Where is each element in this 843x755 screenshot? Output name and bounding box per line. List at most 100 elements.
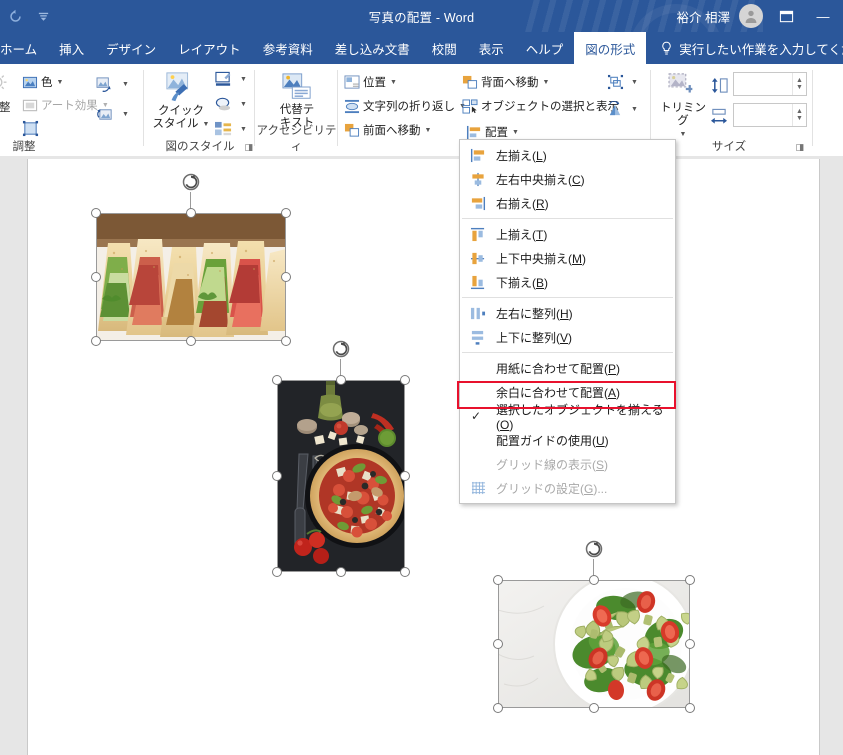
tab-references[interactable]: 参考資料 bbox=[252, 32, 324, 64]
transparency-icon bbox=[22, 120, 39, 137]
resize-handle-ne[interactable] bbox=[685, 575, 695, 585]
resize-handle-nw[interactable] bbox=[493, 575, 503, 585]
stepper-up-icon[interactable]: ▲ bbox=[796, 108, 803, 115]
resize-handle-w[interactable] bbox=[493, 639, 503, 649]
picture-sandwiches[interactable] bbox=[96, 213, 286, 341]
alt-text-button[interactable]: 代替テ キスト bbox=[268, 72, 326, 130]
picture-effects-button[interactable]: ▼ bbox=[214, 96, 247, 113]
minimize-button[interactable]: — bbox=[809, 3, 837, 29]
tab-mailings[interactable]: 差し込み文書 bbox=[324, 32, 421, 64]
menu-item-align-right[interactable]: 右揃え(R) bbox=[460, 191, 675, 215]
position-button[interactable]: 位置 ▼ bbox=[344, 74, 397, 90]
menu-item-align-left[interactable]: 左揃え(L) bbox=[460, 143, 675, 167]
title-bar: 写真の配置 - Word 裕介 相澤 — bbox=[0, 0, 843, 32]
picture-pizza[interactable] bbox=[277, 380, 405, 572]
tab-picture-format[interactable]: 図の形式 bbox=[574, 32, 647, 64]
send-backward-label: 背面へ移動 bbox=[481, 77, 539, 89]
tab-design[interactable]: デザイン bbox=[95, 32, 167, 64]
picture-pasta-salad[interactable] bbox=[498, 580, 690, 708]
stepper-up-icon[interactable]: ▲ bbox=[796, 77, 803, 84]
tab-home[interactable]: ホーム bbox=[0, 32, 48, 64]
menu-item-use-alignment-guides[interactable]: 配置ガイドの使用(U) bbox=[460, 428, 675, 452]
wrap-text-button[interactable]: 文字列の折り返し ▼ bbox=[344, 98, 466, 114]
resize-handle-se[interactable] bbox=[281, 336, 291, 346]
resize-handle-e[interactable] bbox=[281, 272, 291, 282]
stepper-down-icon[interactable]: ▼ bbox=[796, 115, 803, 122]
user-account-name[interactable]: 裕介 相澤 bbox=[677, 7, 730, 26]
picture-pizza-selection[interactable] bbox=[272, 340, 410, 577]
tab-layout[interactable]: レイアウト bbox=[167, 32, 252, 64]
resize-handle-sw[interactable] bbox=[272, 567, 282, 577]
resize-handle-s[interactable] bbox=[186, 336, 196, 346]
bring-forward-button[interactable]: 前面へ移動 ▼ bbox=[344, 122, 431, 138]
resize-handle-n[interactable] bbox=[336, 375, 346, 385]
menu-item-align-center[interactable]: 左右中央揃え(C) bbox=[460, 167, 675, 191]
stepper-down-icon[interactable]: ▼ bbox=[796, 84, 803, 91]
menu-item-distribute-vertically[interactable]: 上下に整列(V) bbox=[460, 325, 675, 349]
compress-pictures-button[interactable]: ▼ bbox=[96, 76, 129, 93]
resize-handle-s[interactable] bbox=[589, 703, 599, 713]
menu-item-distribute-horizontally[interactable]: 左右に整列(H) bbox=[460, 301, 675, 325]
resize-handle-w[interactable] bbox=[91, 272, 101, 282]
resize-handle-n[interactable] bbox=[186, 208, 196, 218]
chevron-down-icon: ▼ bbox=[542, 78, 550, 86]
tell-me-box[interactable]: 実行したい作業を入力してください bbox=[646, 32, 843, 64]
resize-handle-sw[interactable] bbox=[91, 336, 101, 346]
align-button[interactable]: 配置 ▼ bbox=[466, 124, 519, 140]
resize-handle-nw[interactable] bbox=[272, 375, 282, 385]
resize-handle-w[interactable] bbox=[272, 471, 282, 481]
menu-item-align-selected-objects[interactable]: ✓ 選択したオブジェクトを揃える(O) bbox=[460, 403, 675, 432]
word-document-page[interactable] bbox=[27, 159, 820, 755]
rotate-handle[interactable] bbox=[584, 539, 604, 559]
shape-height-field[interactable]: ▲ ▼ bbox=[733, 72, 807, 96]
size-dialog-launcher[interactable]: ◨ bbox=[795, 142, 804, 153]
crop-button[interactable]: トリミング ▼ bbox=[658, 72, 708, 141]
avatar[interactable] bbox=[739, 4, 763, 28]
menu-item-view-gridlines[interactable]: グリッド線の表示(S) bbox=[460, 452, 675, 476]
change-picture-button[interactable]: ▼ bbox=[96, 106, 129, 123]
transparency-button[interactable] bbox=[22, 120, 42, 137]
resize-handle-e[interactable] bbox=[685, 639, 695, 649]
align-dropdown-menu[interactable]: 左揃え(L) 左右中央揃え(C) 右揃え(R) 上揃え(T) 上下中央揃え(M)… bbox=[459, 139, 676, 504]
tab-insert[interactable]: 挿入 bbox=[48, 32, 95, 64]
picture-sandwiches-selection[interactable] bbox=[91, 173, 291, 346]
menu-item-label: 用紙に合わせて配置(P) bbox=[496, 361, 621, 376]
shape-width-field[interactable]: ▲ ▼ bbox=[733, 103, 807, 127]
ribbon-display-options-icon[interactable] bbox=[772, 3, 800, 29]
menu-item-align-middle[interactable]: 上下中央揃え(M) bbox=[460, 246, 675, 270]
menu-item-align-bottom[interactable]: 下揃え(B) bbox=[460, 270, 675, 294]
resize-handle-se[interactable] bbox=[685, 703, 695, 713]
menu-item-align-top[interactable]: 上揃え(T) bbox=[460, 222, 675, 246]
send-backward-button[interactable]: 背面へ移動 ▼ bbox=[462, 74, 549, 90]
resize-handle-ne[interactable] bbox=[281, 208, 291, 218]
document-canvas[interactable] bbox=[0, 156, 843, 755]
quick-styles-button[interactable]: クイック スタイル ▼ bbox=[152, 71, 210, 131]
menu-item-align-to-page[interactable]: 用紙に合わせて配置(P) bbox=[460, 356, 675, 380]
picture-pasta-salad-selection[interactable] bbox=[493, 540, 695, 713]
resize-handle-nw[interactable] bbox=[91, 208, 101, 218]
selection-pane-button[interactable]: オブジェクトの選択と表示 bbox=[462, 98, 619, 114]
resize-handle-s[interactable] bbox=[336, 567, 346, 577]
corrections-button[interactable]: 修整 bbox=[0, 70, 22, 115]
picture-layout-button[interactable]: ▼ bbox=[214, 121, 247, 138]
resize-handle-sw[interactable] bbox=[493, 703, 503, 713]
color-button[interactable]: 色 ▼ bbox=[22, 74, 63, 90]
tab-view[interactable]: 表示 bbox=[468, 32, 515, 64]
picture-styles-dialog-launcher[interactable]: ◨ bbox=[244, 142, 253, 153]
picture-border-button[interactable]: ▼ bbox=[214, 71, 247, 88]
menu-item-grid-settings[interactable]: グリッドの設定(G)... bbox=[460, 476, 675, 500]
group-objects-button[interactable]: ▼ bbox=[607, 74, 638, 90]
resize-handle-n[interactable] bbox=[589, 575, 599, 585]
resize-handle-se[interactable] bbox=[400, 567, 410, 577]
rotate-objects-button[interactable]: ▼ bbox=[607, 101, 638, 117]
rotate-handle[interactable] bbox=[181, 172, 201, 192]
selection-pane-label: オブジェクトの選択と表示 bbox=[481, 101, 619, 113]
tab-review[interactable]: 校閲 bbox=[421, 32, 468, 64]
shape-height-stepper[interactable]: ▲ ▼ bbox=[792, 73, 806, 95]
change-picture-icon bbox=[96, 106, 115, 123]
shape-width-stepper[interactable]: ▲ ▼ bbox=[792, 104, 806, 126]
resize-handle-ne[interactable] bbox=[400, 375, 410, 385]
rotate-handle[interactable] bbox=[331, 339, 351, 359]
tab-help[interactable]: ヘルプ bbox=[515, 32, 575, 64]
resize-handle-e[interactable] bbox=[400, 471, 410, 481]
